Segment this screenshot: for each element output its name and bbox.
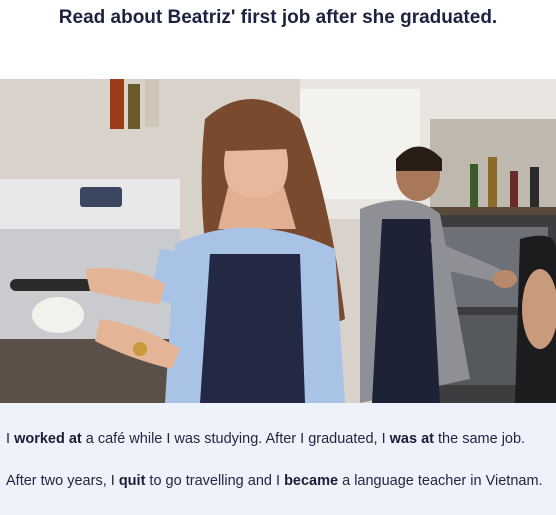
- text-segment: a café while I was studying. After I gra…: [81, 431, 390, 447]
- highlighted-phrase: quit: [118, 473, 146, 489]
- cafe-photo: [0, 79, 556, 403]
- text-segment: After two years, I: [6, 473, 119, 489]
- highlighted-phrase: became: [284, 473, 339, 489]
- text-segment: I: [6, 431, 15, 447]
- text-segment: a language teacher in Vietnam.: [338, 473, 543, 489]
- highlighted-phrase: worked at: [14, 431, 82, 447]
- page-title: Read about Beatriz' first job after she …: [58, 7, 498, 28]
- text-segment: to go travelling and I: [145, 473, 285, 489]
- text-segment: the same job.: [434, 431, 526, 447]
- paragraph: I worked at a café while I was studying.…: [6, 429, 550, 450]
- barista-photo-icon: [0, 79, 556, 403]
- paragraph: After two years, I quit to go travelling…: [6, 471, 550, 492]
- story-text: I worked at a café while I was studying.…: [0, 403, 556, 515]
- highlighted-phrase: was at: [389, 431, 434, 447]
